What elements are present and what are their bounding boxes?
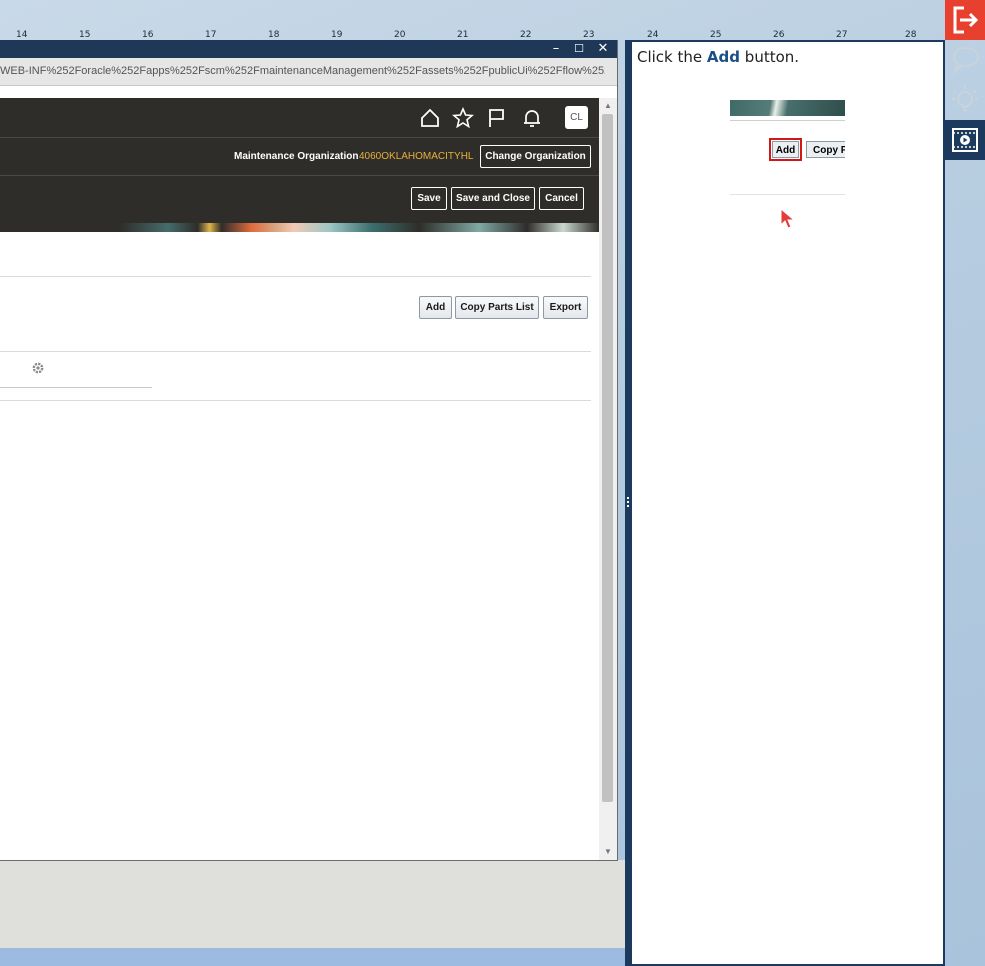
organization-bar: Maintenance Organization 4060OKLAHOMACIT… — [0, 138, 599, 176]
bell-icon[interactable] — [521, 107, 543, 129]
preview-divider — [730, 194, 845, 195]
export-button[interactable]: Export — [543, 296, 588, 319]
star-icon[interactable] — [452, 107, 474, 129]
video-icon — [952, 128, 978, 152]
address-bar[interactable]: WEB-INF%252Foracle%252Fapps%252Fscm%252F… — [0, 58, 617, 86]
resize-grip[interactable] — [626, 496, 630, 510]
ruler-tick: 20 — [394, 30, 406, 40]
page-content: CL Maintenance Organization 4060OKLAHOMA… — [0, 98, 599, 860]
home-icon[interactable] — [419, 107, 441, 129]
ruler-tick: 14 — [16, 30, 28, 40]
url-text: WEB-INF%252Foracle%252Fapps%252Fscm%252F… — [0, 65, 605, 77]
preview-copy-button: Copy P — [806, 141, 845, 158]
pointer-cursor-icon — [780, 208, 796, 229]
cancel-button[interactable]: Cancel — [539, 187, 584, 210]
ruler-tick: 24 — [647, 30, 659, 40]
avatar[interactable]: CL — [565, 106, 588, 129]
ruler-tick: 17 — [205, 30, 217, 40]
video-button[interactable] — [945, 120, 985, 160]
divider — [0, 276, 591, 277]
maintenance-org-value: 4060OKLAHOMACITYHL — [359, 151, 474, 162]
minimize-button[interactable]: – — [545, 40, 567, 58]
ruler-tick: 23 — [583, 30, 595, 40]
taskbar-area — [0, 860, 625, 948]
exit-icon — [953, 6, 979, 34]
save-and-close-button[interactable]: Save and Close — [451, 187, 535, 210]
instruction-pane: Click the Add button. Add Copy P — [632, 42, 943, 964]
instruction-target: Add — [706, 48, 741, 66]
add-button[interactable]: Add — [419, 296, 452, 319]
instruction-suffix: button. — [744, 48, 800, 66]
ruler-tick: 16 — [142, 30, 154, 40]
change-organization-button[interactable]: Change Organization — [480, 145, 591, 168]
browser-window: – ☐ ✕ WEB-INF%252Foracle%252Fapps%252Fsc… — [0, 40, 618, 861]
ruler-tick: 18 — [268, 30, 280, 40]
instruction-prefix: Click the — [637, 48, 703, 66]
hint-button[interactable] — [945, 80, 985, 120]
ruler-tick: 27 — [836, 30, 848, 40]
highlight-box — [769, 138, 802, 161]
maximize-button[interactable]: ☐ — [568, 40, 590, 58]
flag-icon[interactable] — [486, 107, 508, 129]
scroll-down-arrow[interactable]: ▼ — [599, 844, 617, 860]
ruler-tick: 15 — [79, 30, 91, 40]
bottom-strip — [0, 948, 625, 966]
window-titlebar: – ☐ ✕ — [0, 40, 617, 58]
scroll-thumb[interactable] — [602, 114, 613, 802]
hint-icon — [952, 86, 978, 111]
guide-toolbar — [945, 0, 985, 966]
ruler-tick: 22 — [520, 30, 532, 40]
header-banner — [0, 223, 599, 232]
exit-button[interactable] — [945, 0, 985, 40]
screenshot-preview: Add Copy P — [730, 100, 845, 195]
column-underline — [0, 387, 152, 388]
close-button[interactable]: ✕ — [592, 40, 614, 58]
ruler-tick: 21 — [457, 30, 469, 40]
global-header: CL — [0, 98, 599, 138]
maintenance-org-label: Maintenance Organization — [234, 151, 359, 162]
ruler-tick: 28 — [905, 30, 917, 40]
ruler-tick: 19 — [331, 30, 343, 40]
preview-divider — [730, 120, 845, 121]
action-bar: Save Save and Close Cancel — [0, 176, 599, 223]
scroll-up-arrow[interactable]: ▲ — [599, 98, 617, 114]
vertical-scrollbar[interactable]: ▲ ▼ — [599, 98, 617, 860]
divider — [0, 351, 591, 352]
ruler-tick: 25 — [710, 30, 722, 40]
comment-button[interactable] — [945, 40, 985, 80]
divider — [0, 400, 591, 401]
gear-icon[interactable] — [31, 361, 45, 375]
preview-banner — [730, 100, 845, 116]
ruler-tick: 26 — [773, 30, 785, 40]
comment-icon — [952, 47, 979, 75]
copy-parts-list-button[interactable]: Copy Parts List — [455, 296, 539, 319]
instruction-text: Click the Add button. — [637, 48, 799, 66]
save-button[interactable]: Save — [411, 187, 447, 210]
